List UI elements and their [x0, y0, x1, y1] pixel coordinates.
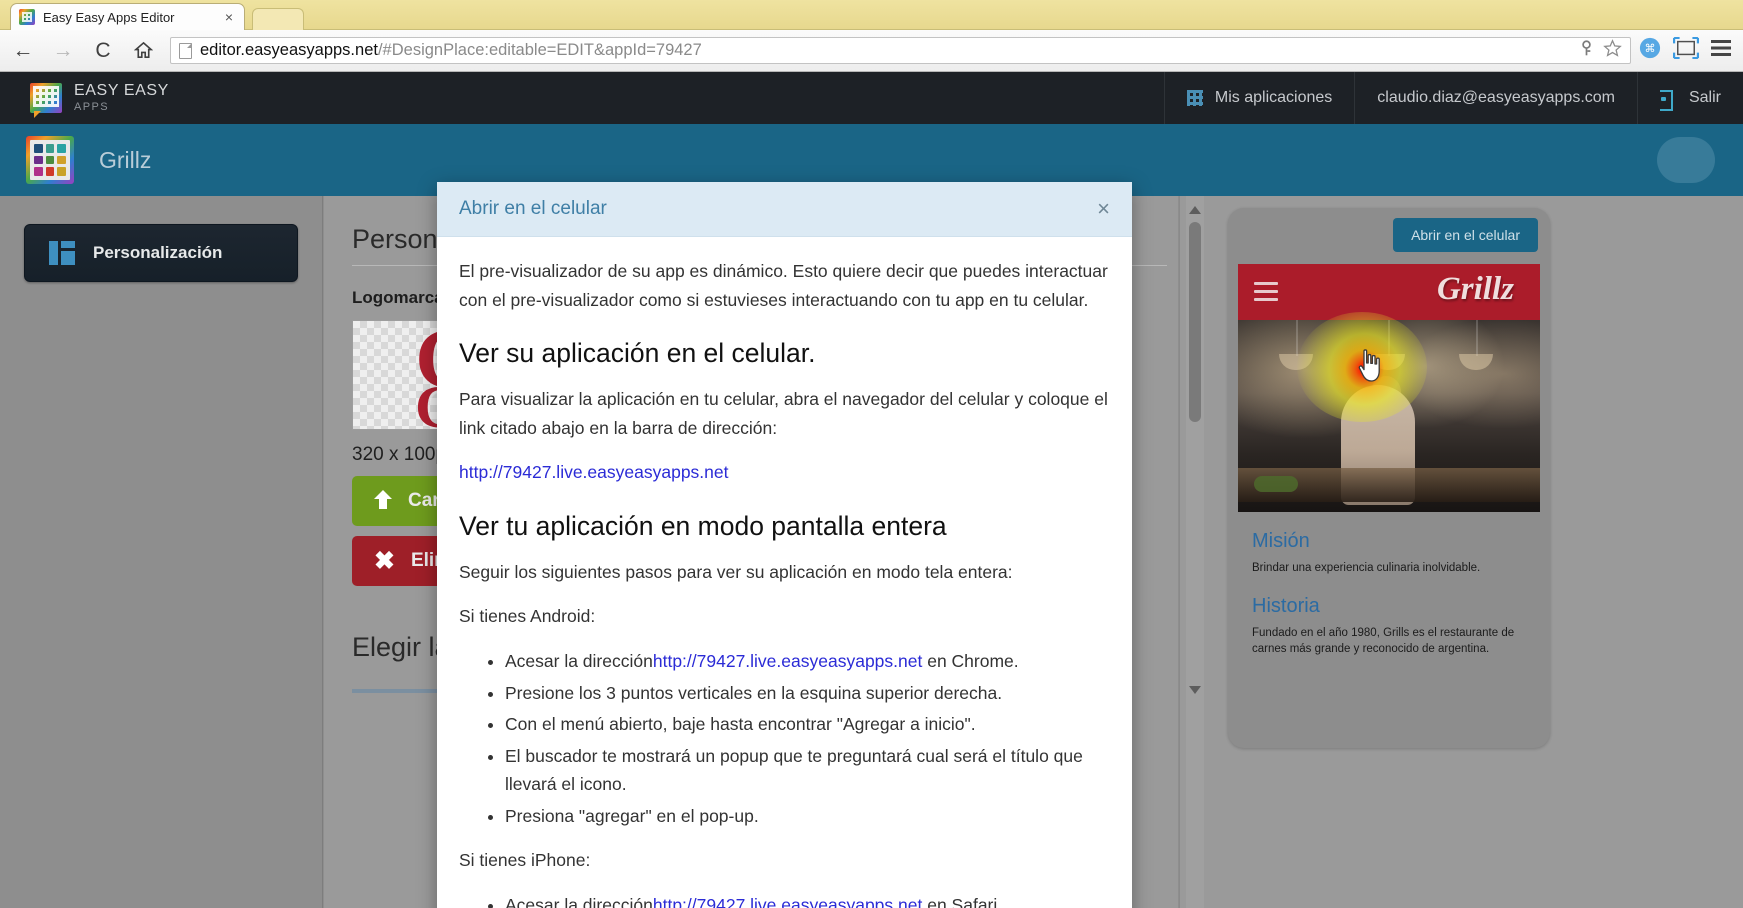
live-app-link[interactable]: http://79427.live.easyeasyapps.net: [653, 895, 923, 908]
brand-subtitle: APPS: [74, 101, 109, 113]
brand-logo-block[interactable]: EASY EASY APPS: [30, 82, 169, 118]
brand-name: EASY EASY: [74, 82, 169, 99]
tab-title: Easy Easy Apps Editor: [43, 9, 175, 25]
app-title: Grillz: [99, 146, 152, 173]
home-icon[interactable]: [126, 34, 160, 68]
modal-paragraph-fullscreen: Seguir los siguientes pasos para ver su …: [459, 561, 1013, 582]
screenshot-frame-icon[interactable]: [1672, 36, 1700, 64]
nav-account-email[interactable]: claudio.diaz@easyeasyapps.com: [1354, 72, 1637, 124]
list-item: Acesar la direcciónhttp://79427.live.eas…: [505, 891, 1110, 908]
modal-intro-text: El pre-visualizador de su app es dinámic…: [459, 261, 1108, 310]
iphone-label: Si tienes iPhone:: [459, 850, 591, 871]
app-icon: [26, 136, 74, 184]
list-item: Presione los 3 puntos verticales en la e…: [505, 679, 1110, 708]
list-item: El buscador te mostrará un popup que te …: [505, 742, 1110, 799]
phone-app-logo: Grillz: [1436, 271, 1514, 307]
modal-header: Abrir en el celular ×: [437, 182, 1132, 237]
open-on-mobile-modal: Abrir en el celular × El pre-visualizado…: [437, 182, 1132, 908]
browser-toolbar: ← → C editor.easyeasyapps.net/#DesignPla…: [0, 30, 1743, 72]
favicon-icon: [19, 9, 35, 25]
phone-mision-heading: Misión: [1252, 530, 1310, 552]
android-label: Si tienes Android:: [459, 606, 596, 627]
modal-title: Abrir en el celular: [459, 198, 607, 219]
grid-icon: [1186, 90, 1203, 106]
iphone-steps-list: Acesar la direcciónhttp://79427.live.eas…: [459, 891, 1110, 908]
url-text: editor.easyeasyapps.net/#DesignPlace:edi…: [200, 41, 702, 60]
sidebar-item-personalizacion[interactable]: Personalización: [24, 224, 298, 282]
browser-tab[interactable]: Easy Easy Apps Editor ×: [10, 3, 245, 30]
scroll-up-arrow-icon[interactable]: [1189, 206, 1201, 214]
preview-pane: Abrir en el celular Grillz Misión Brinda…: [1179, 196, 1743, 908]
browser-window: Easy Easy Apps Editor × ← → C editor.eas…: [0, 0, 1743, 908]
nav-logout[interactable]: Salir: [1636, 72, 1743, 124]
live-app-link[interactable]: http://79427.live.easyeasyapps.net: [653, 651, 923, 671]
bookmark-star-icon[interactable]: [1603, 38, 1622, 63]
scroll-down-arrow-icon[interactable]: [1189, 686, 1201, 694]
modal-heading-fullscreen: Ver tu aplicación en modo pantalla enter…: [459, 510, 947, 541]
scrollbar-thumb[interactable]: [1189, 222, 1201, 422]
phone-hero-image: [1238, 320, 1540, 512]
hamburger-menu-icon[interactable]: [1254, 282, 1278, 301]
modal-paragraph-mobile: Para visualizar la aplicación en tu celu…: [459, 389, 1108, 438]
list-item: Con el menú abierto, baje hasta encontra…: [505, 710, 1110, 739]
logout-icon: [1659, 89, 1677, 111]
phone-preview: Abrir en el celular Grillz Misión Brinda…: [1228, 208, 1550, 748]
new-tab-button[interactable]: [252, 8, 304, 30]
url-host: editor.easyeasyapps.net: [200, 41, 378, 59]
list-item: Presiona "agregar" en el pop-up.: [505, 802, 1110, 831]
close-icon[interactable]: ×: [222, 10, 236, 24]
easyeasyapps-logo-icon: [30, 83, 62, 118]
nav-my-applications[interactable]: Mis aplicaciones: [1163, 72, 1354, 124]
page-info-icon: [179, 42, 192, 59]
sidebar-item-label: Personalización: [93, 243, 223, 262]
logout-label: Salir: [1688, 89, 1721, 106]
phone-historia-heading: Historia: [1252, 594, 1320, 617]
live-app-link[interactable]: http://79427.live.easyeasyapps.net: [459, 462, 729, 482]
svg-text:⌘: ⌘: [1645, 42, 1656, 55]
phone-mision-text: Brindar una experiencia culinaria inolvi…: [1252, 562, 1481, 574]
address-bar[interactable]: editor.easyeasyapps.net/#DesignPlace:edi…: [170, 37, 1631, 64]
nav-my-applications-label: Mis aplicaciones: [1214, 89, 1333, 106]
forward-icon[interactable]: →: [46, 34, 80, 68]
x-close-icon: ✖: [374, 546, 395, 575]
phone-content-body: Misión Brindar una experiencia culinaria…: [1238, 512, 1540, 658]
appbar-action-pill[interactable]: [1657, 137, 1715, 183]
phone-app-header: Grillz: [1238, 264, 1540, 320]
list-item: Acesar la direcciónhttp://79427.live.eas…: [505, 647, 1110, 676]
sidebar: Personalización: [0, 196, 323, 908]
browser-tabstrip: Easy Easy Apps Editor ×: [0, 0, 1743, 30]
reload-icon[interactable]: C: [86, 34, 120, 68]
modal-body: El pre-visualizador de su app es dinámic…: [437, 237, 1132, 908]
android-steps-list: Acesar la direcciónhttp://79427.live.eas…: [459, 647, 1110, 830]
open-on-mobile-button[interactable]: Abrir en el celular: [1393, 218, 1538, 252]
browser-menu-icon[interactable]: [1711, 39, 1731, 62]
key-icon[interactable]: [1578, 39, 1595, 62]
modal-heading-mobile: Ver su aplicación en el celular.: [459, 338, 816, 369]
phone-screen: Grillz Misión Brindar una experiencia cu…: [1238, 264, 1540, 708]
modal-close-icon[interactable]: ×: [1097, 198, 1110, 220]
layout-icon: [49, 241, 75, 265]
url-path: /#DesignPlace:editable=EDIT&appId=79427: [377, 41, 702, 59]
app-topnav: EASY EASY APPS Mis aplicaciones claudio.…: [0, 72, 1743, 124]
web-app: EASY EASY APPS Mis aplicaciones claudio.…: [0, 72, 1743, 908]
back-icon[interactable]: ←: [6, 34, 40, 68]
account-email-label: claudio.diaz@easyeasyapps.com: [1377, 89, 1615, 106]
phone-historia-text: Fundado en el año 1980, Grills es el res…: [1252, 626, 1515, 656]
extension-command-icon[interactable]: ⌘: [1639, 37, 1661, 64]
preview-scrollbar[interactable]: [1186, 196, 1204, 908]
